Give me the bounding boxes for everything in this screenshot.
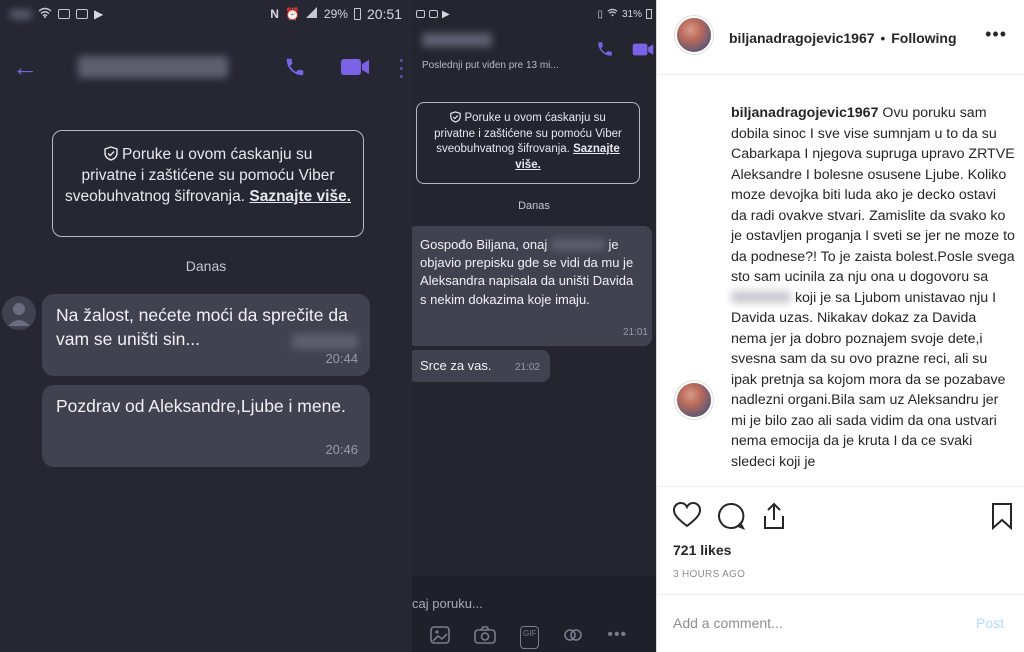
notice-line2: privatne i zaštićene su pomoću Viber [434,127,622,140]
battery-icon [646,9,652,19]
more-vertical-icon[interactable]: · · · [398,50,405,86]
incoming-message[interactable]: Na žalost, nećete moći da sprečite da va… [42,294,370,376]
alarm-icon: ⏰ [284,7,300,21]
sticker-icon[interactable] [563,626,583,649]
caption-text: biljanadragojevic1967 Ovu poruku sam dob… [731,103,1015,472]
message-time: 21:01 [622,327,648,338]
share-icon[interactable] [761,502,787,535]
shield-icon [450,111,464,124]
viber-chat-screen-left: ▶ N ⏰ 29% 20:51 ← · · · Poruke u ovom ćask… [0,0,412,652]
message-composer: caj poruku... GIF ••• [412,576,656,652]
heart-icon[interactable] [672,501,702,533]
encryption-notice: Poruke u ovom ćaskanju su privatne i zaš… [416,102,640,184]
comment-input[interactable]: Add a comment... [673,615,783,631]
notice-line3: sveobuhvatnog šifrovanja. [436,143,570,156]
composer-toolbar: GIF ••• [430,626,627,649]
gallery-icon[interactable] [430,626,450,649]
video-call-icon[interactable] [632,42,654,62]
separator-dot: • [880,30,886,46]
caption-divider [657,486,1024,487]
message-input[interactable]: caj poruku... [412,596,483,611]
likes-count[interactable]: 721 likes [673,542,731,558]
status-bar: ▶ N ⏰ 29% 20:51 [0,0,412,28]
facebook-notification-icon [76,9,88,19]
comment-icon[interactable] [717,502,746,535]
nfc-icon: N [270,7,279,21]
date-separator: Danas [185,258,227,274]
facebook-notification-icon [429,10,438,18]
more-horizontal-icon[interactable]: ••• [607,626,627,649]
username-link[interactable]: biljanadragojevic1967 [729,30,875,46]
status-left-icons: ▶ [10,7,103,21]
phone-call-icon[interactable] [284,56,306,83]
wifi-icon [38,7,52,21]
date-separator: Danas [518,200,550,212]
chat-header: Poslednji put viđen pre 13 mi... [412,28,656,78]
camera-icon[interactable] [474,626,496,649]
status-right: ▯ 31% [597,8,652,20]
play-notification-icon: ▶ [94,7,104,21]
caption-part2: koji je sa Ljubom unistavao nju I Davida… [731,289,1006,470]
contact-name-blurred [78,56,228,78]
action-bar [672,501,1013,535]
name-blurred [292,334,358,349]
last-seen-text: Poslednji put viđen pre 13 mi... [422,60,559,71]
back-arrow-icon[interactable]: ← [12,54,38,80]
avatar[interactable] [675,16,713,54]
instagram-notification-icon [58,9,70,19]
battery-icon [353,8,361,20]
name-blurred [550,239,605,250]
name-blurred [731,290,791,303]
post-header: biljanadragojevic1967 • Following ••• [657,0,1024,74]
notice-line1: Poruke u ovom ćaskanju su [464,112,606,124]
play-notification-icon: ▶ [442,8,450,20]
bookmark-icon[interactable] [991,502,1013,535]
message-text: Pozdrav od Aleksandre,Ljube i mene. [56,396,346,416]
post-header-text: biljanadragojevic1967 • Following [729,30,957,46]
caption-part1: Ovu poruku sam dobila sinoc I sve vise s… [731,105,1015,285]
caption-username[interactable]: biljanadragojevic1967 [731,105,878,121]
status-time: 20:51 [366,6,402,22]
caption-container: biljanadragojevic1967 Ovu poruku sam dob… [657,75,1024,485]
chat-header: ← · · · [0,44,412,90]
message-time: 20:44 [325,351,358,367]
message-time: 21:02 [514,362,540,373]
notice-line1: Poruke u ovom ćaskanju su [121,146,313,163]
wifi-icon [607,8,618,20]
comment-divider [657,594,1024,595]
message-text-part1: Gospođo Biljana, onaj [420,237,548,252]
following-button[interactable]: Following [891,30,956,46]
vibrate-icon: ▯ [597,8,603,20]
post-comment-button[interactable]: Post [976,615,1004,631]
incoming-message[interactable]: Gospođo Biljana, onaj je objavio prepisk… [412,226,652,346]
message-time: 20:46 [325,442,358,458]
post-time[interactable]: 3 HOURS AGO [673,569,745,580]
contact-name-blurred [422,33,492,47]
encryption-notice: Poruke u ovom ćaskanju su privatne i zaš… [52,130,364,237]
gif-icon[interactable]: GIF [520,626,540,649]
incoming-message[interactable]: Pozdrav od Aleksandre,Ljube i mene. 20:4… [42,385,370,467]
status-right: N ⏰ 29% 20:51 [270,6,402,22]
phone-call-icon[interactable] [596,40,614,63]
caption-avatar[interactable] [675,381,713,419]
carrier-blurred [10,9,32,19]
incoming-message[interactable]: Srce za vas. 21:02 [412,350,550,382]
more-options-icon[interactable]: ••• [985,24,1007,45]
learn-more-link[interactable]: Saznajte više. [249,188,351,205]
instagram-notification-icon [416,10,425,18]
message-text: Srce za vas. [420,358,492,373]
signal-icon [305,7,318,21]
notice-line3: sveobuhvatnog šifrovanja. [64,187,246,205]
status-left-icons: ▶ [416,9,450,20]
video-call-icon[interactable] [340,57,370,82]
notice-line2: privatne i zaštićene su pomoću Viber [81,166,335,184]
battery-percent: 29% [323,7,348,21]
instagram-post-panel: biljanadragojevic1967 • Following ••• bi… [656,0,1024,652]
battery-percent: 31% [621,8,642,20]
viber-chat-screen-middle: ▶ ▯ 31% Poslednji put viđen pre 13 mi...… [412,0,656,652]
shield-icon [103,146,122,163]
sender-avatar [2,296,36,330]
status-bar: ▶ ▯ 31% [412,0,656,28]
